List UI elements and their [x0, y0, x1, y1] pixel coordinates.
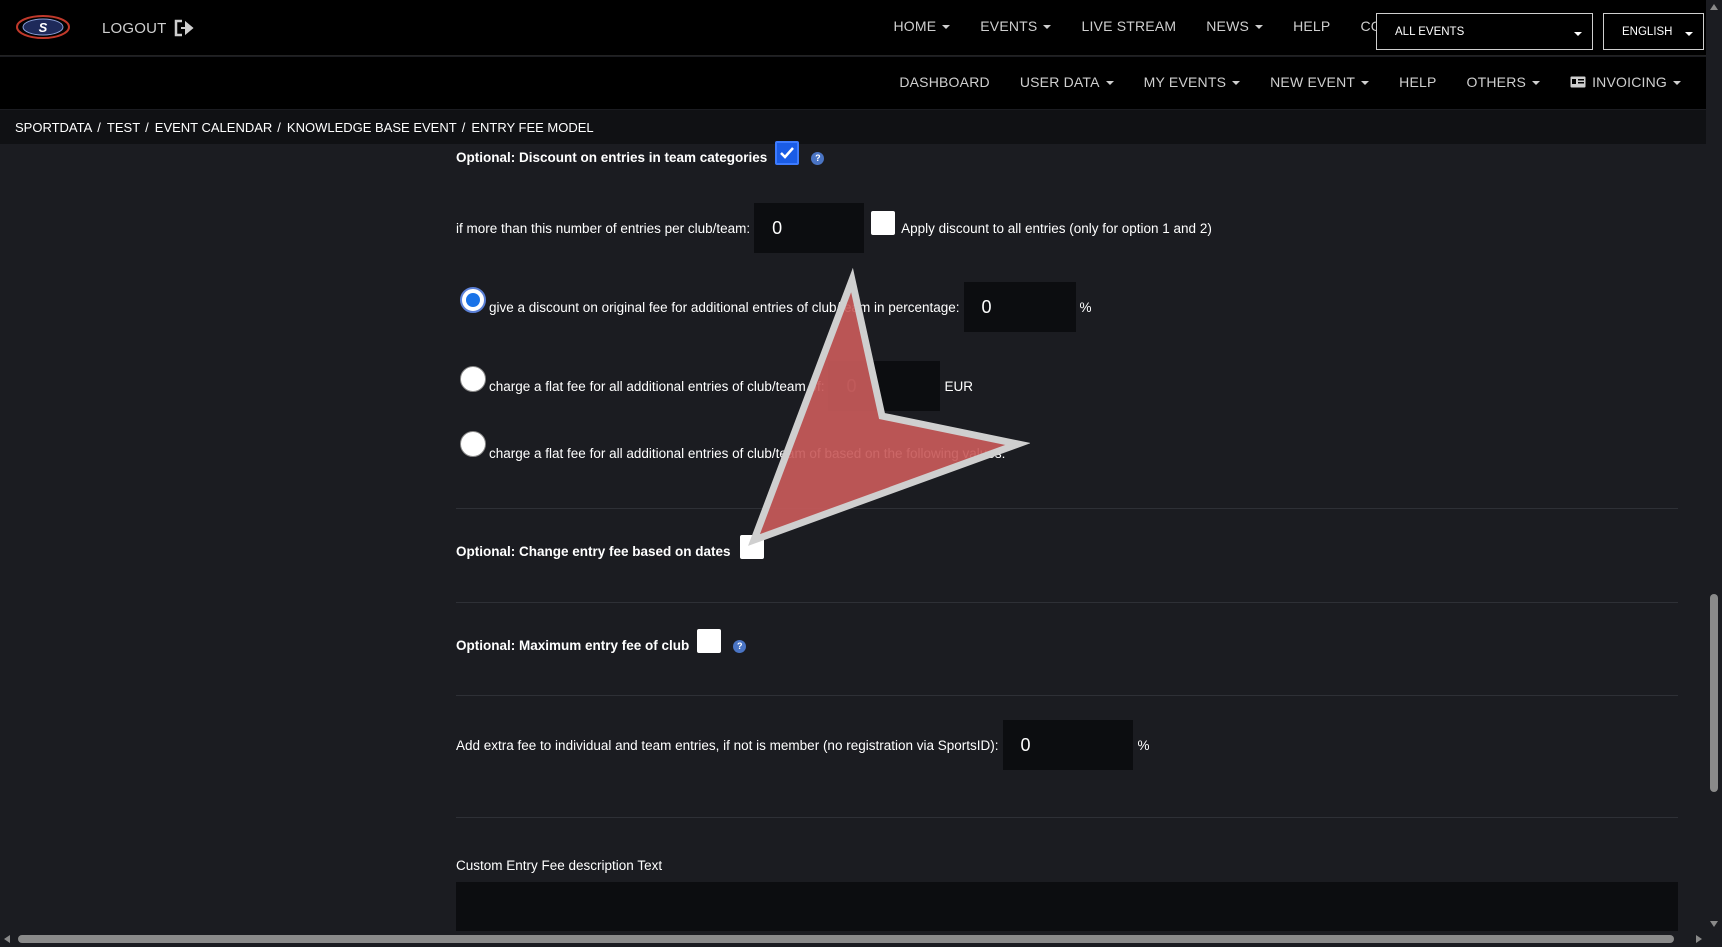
cursor-pointer-icon — [748, 268, 1030, 546]
language-select[interactable]: ENGLISH — [1603, 13, 1704, 50]
option-flat-radio[interactable] — [460, 366, 486, 392]
team-discount-row: Optional: Discount on entries in team ca… — [456, 140, 825, 165]
horizontal-scrollbar[interactable] — [0, 931, 1722, 947]
subnav-item-help[interactable]: HELP — [1384, 74, 1451, 90]
breadcrumb-item[interactable]: KNOWLEDGE BASE EVENT — [287, 120, 457, 135]
chevron-down-icon — [1232, 81, 1241, 85]
logout-label: LOGOUT — [102, 19, 167, 37]
divider — [456, 695, 1678, 696]
checkmark-icon — [780, 146, 795, 159]
chevron-down-icon — [942, 25, 951, 29]
breadcrumb-separator: / — [277, 119, 281, 135]
subnav-item-dashboard[interactable]: DASHBOARD — [884, 74, 1004, 90]
subnav-item-invoicing[interactable]: INVOICING — [1555, 74, 1696, 90]
subnav-item-label: NEW EVENT — [1270, 74, 1356, 90]
chevron-down-icon — [1673, 81, 1681, 85]
nav-item-home[interactable]: HOME — [878, 18, 965, 34]
chevron-down-icon — [1532, 81, 1541, 85]
subnav-item-user-data[interactable]: USER DATA — [1005, 74, 1129, 90]
max-fee-row: Optional: Maximum entry fee of club ? — [456, 628, 747, 653]
chevron-down-icon — [1105, 81, 1114, 85]
top-navbar: S LOGOUT HOMEEVENTSLIVE STREAMNEWSHELPCO… — [0, 0, 1706, 56]
scroll-right-icon[interactable] — [1696, 935, 1702, 943]
help-icon[interactable]: ? — [811, 152, 825, 165]
custom-text-row: Custom Entry Fee description Text — [456, 858, 662, 873]
apply-all-label: Apply discount to all entries (only for … — [901, 220, 1212, 236]
chevron-down-icon — [1685, 32, 1693, 36]
subnav-item-others[interactable]: OTHERS — [1452, 74, 1556, 90]
scroll-left-icon[interactable] — [4, 935, 10, 943]
entries-threshold-input[interactable]: 0 — [754, 203, 865, 253]
subnav-item-label: INVOICING — [1592, 74, 1667, 90]
custom-text-label: Custom Entry Fee description Text — [456, 858, 663, 873]
team-discount-label: Optional: Discount on entries in team ca… — [456, 150, 768, 165]
breadcrumb-separator: / — [461, 119, 466, 135]
breadcrumb-separator: / — [145, 119, 149, 135]
vertical-scrollbar[interactable] — [1706, 0, 1722, 931]
nav-item-live-stream[interactable]: LIVE STREAM — [1066, 18, 1191, 34]
subnav-item-label: HELP — [1399, 74, 1437, 90]
sign-out-icon — [174, 19, 194, 37]
nav-item-label: HOME — [893, 18, 937, 34]
user-navbar: DASHBOARD USER DATA MY EVENTS NEW EVENT HELP… — [0, 57, 1706, 109]
breadcrumb-item[interactable]: SPORTDATA — [15, 120, 92, 135]
option-values-radio[interactable] — [460, 430, 486, 457]
subnav-item-new-event[interactable]: NEW EVENT — [1255, 74, 1384, 90]
subnav-item-label: MY EVENTS — [1143, 74, 1227, 90]
team-discount-checkbox[interactable] — [775, 140, 800, 165]
divider — [456, 602, 1678, 603]
subnav-item-label: DASHBOARD — [899, 74, 990, 90]
option-percentage-radio[interactable] — [460, 287, 486, 313]
nav-item-label: LIVE STREAM — [1081, 18, 1177, 34]
sportdata-logo[interactable]: S — [14, 12, 72, 42]
breadcrumb-item: ENTRY FEE MODEL — [471, 119, 594, 135]
events-select[interactable]: ALL EVENTS — [1376, 13, 1593, 50]
max-fee-checkbox[interactable] — [697, 628, 722, 653]
chevron-down-icon — [1043, 25, 1052, 29]
nav-item-help[interactable]: HELP — [1278, 18, 1345, 34]
breadcrumb: SPORTDATA / TEST / EVENT CALENDAR / KNOWLEDGE … — [0, 110, 1706, 144]
language-select-value: ENGLISH — [1622, 25, 1673, 38]
extra-fee-unit: % — [1137, 737, 1150, 753]
user-nav: DASHBOARD USER DATA MY EVENTS NEW EVENT HELP… — [884, 74, 1696, 90]
divider — [456, 508, 1678, 509]
nav-item-label: EVENTS — [980, 18, 1038, 34]
breadcrumb-item[interactable]: TEST — [107, 120, 140, 135]
breadcrumb-item[interactable]: EVENT CALENDAR — [155, 120, 273, 135]
subnav-item-my-events[interactable]: MY EVENTS — [1129, 74, 1255, 90]
scroll-down-icon[interactable] — [1710, 921, 1718, 927]
option-percentage-unit: % — [1079, 299, 1092, 315]
help-icon[interactable]: ? — [733, 640, 747, 653]
chevron-down-icon — [1255, 25, 1264, 29]
extra-fee-row: Add extra fee to individual and team ent… — [456, 720, 1150, 770]
scroll-up-icon[interactable] — [1710, 4, 1718, 10]
nav-item-news[interactable]: NEWS — [1191, 18, 1278, 34]
nav-item-label: HELP — [1293, 18, 1331, 34]
subnav-item-label: OTHERS — [1466, 74, 1527, 90]
nav-item-label: NEWS — [1206, 18, 1250, 34]
extra-fee-label: Add extra fee to individual and team ent… — [456, 737, 999, 753]
subnav-item-label: USER DATA — [1019, 74, 1100, 90]
scrollbar-thumb[interactable] — [18, 935, 1674, 943]
events-select-value: ALL EVENTS — [1395, 25, 1465, 38]
extra-fee-input[interactable]: 0 — [1002, 720, 1133, 770]
entries-threshold-label: if more than this number of entries per … — [456, 220, 751, 236]
scrollbar-thumb[interactable] — [1710, 594, 1718, 792]
divider — [456, 817, 1678, 818]
breadcrumb-separator: / — [97, 119, 101, 135]
id-card-icon — [1570, 76, 1586, 88]
nav-item-events[interactable]: EVENTS — [965, 18, 1066, 34]
entries-threshold-row: if more than this number of entries per … — [456, 203, 1212, 253]
chevron-down-icon — [1574, 32, 1582, 36]
max-fee-label: Optional: Maximum entry fee of club — [456, 638, 690, 653]
chevron-down-icon — [1361, 81, 1370, 85]
svg-text:S: S — [39, 20, 48, 35]
apply-all-checkbox[interactable] — [871, 211, 896, 235]
logout-link[interactable]: LOGOUT — [102, 18, 195, 38]
